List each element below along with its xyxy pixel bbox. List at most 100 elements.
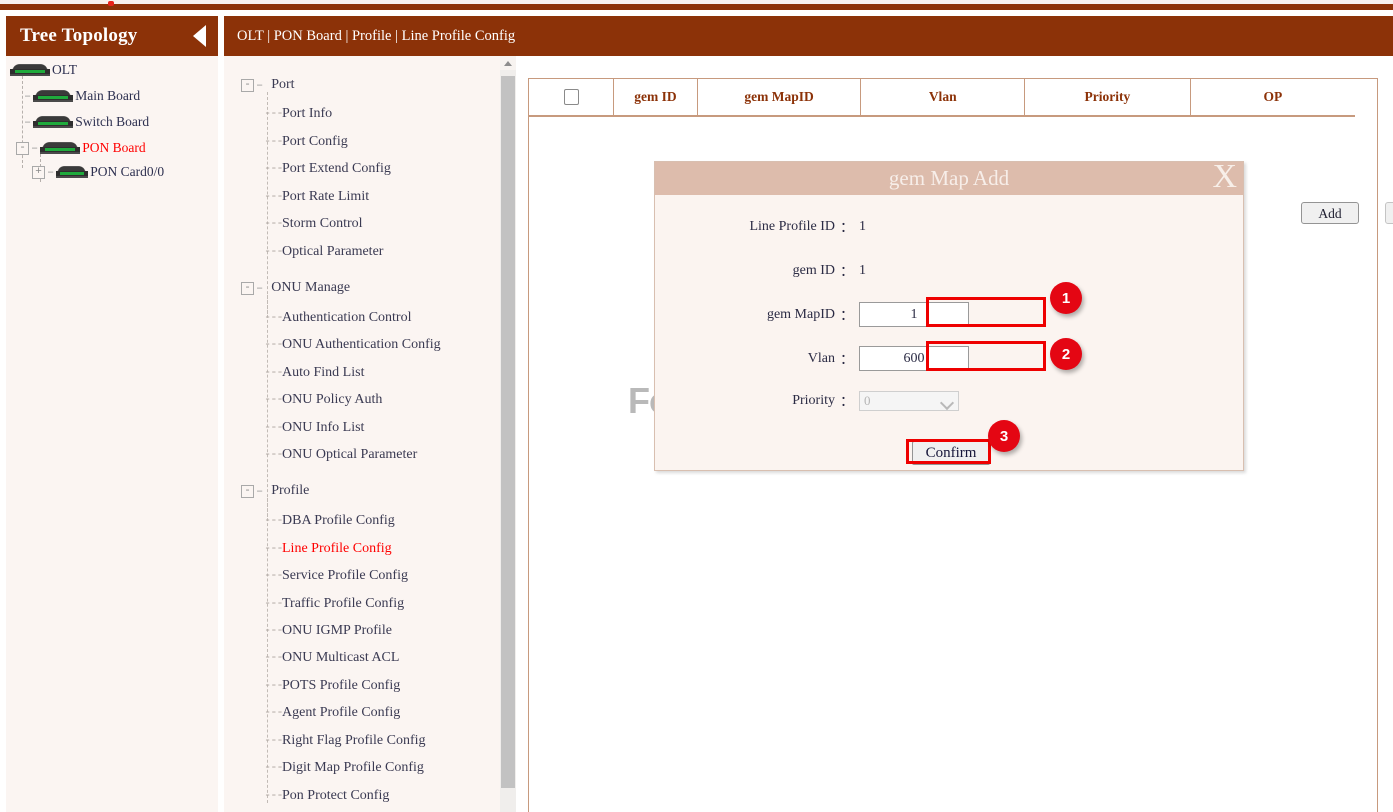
menu-item-onu-info-list[interactable]: ONU Info List: [282, 420, 364, 436]
collapse-expander-icon[interactable]: -: [241, 79, 254, 92]
menu-item-onu-policy-auth[interactable]: ONU Policy Auth: [282, 392, 382, 408]
chevron-down-icon: [940, 396, 954, 410]
menu-branch-icon: ---: [264, 161, 283, 175]
menu-item-onu-authentication-config[interactable]: ONU Authentication Config: [282, 337, 441, 353]
menu-item-traffic-profile-config[interactable]: Traffic Profile Config: [282, 596, 404, 612]
field-colon: ：: [835, 349, 859, 369]
tree-branch-icon: –: [254, 484, 265, 498]
expand-expander-icon[interactable]: +: [32, 166, 45, 179]
field-gem-id: gem ID ： 1: [670, 261, 866, 281]
field-label: Line Profile ID: [670, 219, 835, 235]
menu-item-port-config[interactable]: Port Config: [282, 134, 348, 150]
menu-group-label: ONU Manage: [271, 280, 350, 296]
table-toolbar: Add Delete Return Refresh: [1301, 202, 1393, 224]
menu-item-storm-control[interactable]: Storm Control: [282, 216, 363, 232]
menu-item-dba-profile-config[interactable]: DBA Profile Config: [282, 513, 395, 529]
table-header-vlan: Vlan: [861, 79, 1024, 116]
scroll-up-icon[interactable]: [504, 61, 512, 66]
tree-node-label: OLT: [52, 62, 77, 78]
menu-branch-icon: ---: [264, 244, 283, 258]
menu-branch-icon: ---: [264, 760, 283, 774]
menu-branch-icon: ---: [264, 337, 283, 351]
menu-branch-icon: ---: [264, 420, 283, 434]
menu-branch-icon: ---: [264, 392, 283, 406]
collapse-expander-icon[interactable]: -: [16, 142, 29, 155]
tree-topology-header: Tree Topology: [6, 16, 218, 56]
close-icon[interactable]: X: [1212, 160, 1237, 194]
menu-item-auto-find-list[interactable]: Auto Find List: [282, 365, 364, 381]
tree-node-main-board[interactable]: – Main Board: [22, 88, 140, 104]
menu-branch-icon: ---: [264, 189, 283, 203]
add-button[interactable]: Add: [1301, 202, 1359, 224]
tree-node-switch-board[interactable]: – Switch Board: [22, 114, 149, 130]
menu-item-port-rate-limit[interactable]: Port Rate Limit: [282, 189, 369, 205]
menu-item-digit-map-profile-config[interactable]: Digit Map Profile Config: [282, 760, 424, 776]
menu-item-service-profile-config[interactable]: Service Profile Config: [282, 568, 408, 584]
device-chassis-icon: [10, 64, 50, 77]
menu-branch-icon: ---: [264, 447, 283, 461]
menu-group-profile[interactable]: - – Profile: [241, 483, 309, 499]
tree-branch-icon: –: [45, 165, 56, 179]
menu-branch-icon: ---: [264, 596, 283, 610]
field-colon: ：: [835, 305, 859, 325]
tree-branch-icon: –: [22, 115, 33, 129]
menu-branch-icon: ---: [264, 678, 283, 692]
field-vlan: Vlan ： 600: [670, 346, 969, 371]
collapse-expander-icon[interactable]: -: [241, 485, 254, 498]
checkbox-icon[interactable]: [564, 89, 579, 105]
table-header-select[interactable]: [529, 79, 614, 116]
menu-item-onu-multicast-acl[interactable]: ONU Multicast ACL: [282, 650, 399, 666]
priority-select[interactable]: 0: [859, 391, 959, 411]
breadcrumb-text: OLT | PON Board | Profile | Line Profile…: [237, 28, 515, 45]
menu-item-onu-igmp-profile[interactable]: ONU IGMP Profile: [282, 623, 392, 639]
menu-branch-icon: ---: [264, 623, 283, 637]
dialog-title: gem Map Add: [889, 166, 1009, 190]
field-label: gem MapID: [670, 307, 835, 323]
menu-item-onu-optical-parameter[interactable]: ONU Optical Parameter: [282, 447, 417, 463]
menu-item-line-profile-config[interactable]: Line Profile Config: [282, 541, 392, 557]
menu-branch-icon: ---: [264, 365, 283, 379]
tree-node-pon-card[interactable]: + – PON Card0/0: [32, 164, 164, 180]
menu-branch-icon: ---: [264, 216, 283, 230]
field-colon: ：: [835, 261, 859, 281]
menu-branch-icon: ---: [264, 310, 283, 324]
menu-item-optical-parameter[interactable]: Optical Parameter: [282, 244, 383, 260]
menu-item-authentication-control[interactable]: Authentication Control: [282, 310, 411, 326]
menu-group-onu-manage[interactable]: - – ONU Manage: [241, 280, 350, 296]
tree-node-olt[interactable]: OLT: [10, 62, 77, 78]
collapse-panel-icon[interactable]: [193, 25, 206, 47]
delete-button: Delete: [1385, 202, 1393, 224]
breadcrumb: OLT | PON Board | Profile | Line Profile…: [224, 16, 1393, 56]
menu-item-port-info[interactable]: Port Info: [282, 106, 332, 122]
highlight-box-vlan: [926, 341, 1046, 371]
collapse-expander-icon[interactable]: -: [241, 282, 254, 295]
menu-item-pots-profile-config[interactable]: POTS Profile Config: [282, 678, 400, 694]
field-value: 1: [859, 263, 866, 279]
menu-item-pon-protect-config[interactable]: Pon Protect Config: [282, 788, 389, 804]
top-red-marker: [108, 1, 114, 6]
menu-branch-icon: ---: [264, 513, 283, 527]
tree-node-pon-board[interactable]: - – PON Board: [16, 140, 146, 156]
field-line-profile-id: Line Profile ID ： 1: [670, 217, 866, 237]
tree-topology-title: Tree Topology: [20, 25, 138, 47]
menu-branch-icon: ---: [264, 733, 283, 747]
menu-scrollbar[interactable]: [500, 56, 516, 812]
menu-branch-icon: ---: [264, 568, 283, 582]
navigation-menu-panel: - – Port --- Port Info --- Port Config -…: [224, 56, 516, 812]
menu-item-right-flag-profile-config[interactable]: Right Flag Profile Config: [282, 733, 426, 749]
device-chassis-icon: [56, 166, 88, 179]
menu-branch-icon: ---: [264, 788, 283, 802]
tree-node-label: PON Card0/0: [90, 164, 164, 180]
priority-select-value: 0: [864, 393, 871, 408]
table-header-row: gem ID gem MapID Vlan Priority OP: [529, 79, 1355, 116]
menu-group-label: Profile: [271, 483, 309, 499]
menu-item-agent-profile-config[interactable]: Agent Profile Config: [282, 705, 400, 721]
highlight-box-confirm: [906, 439, 991, 464]
menu-scrollbar-thumb[interactable]: [501, 76, 515, 788]
field-label: Priority: [670, 393, 835, 409]
menu-item-port-extend-config[interactable]: Port Extend Config: [282, 161, 391, 177]
field-colon: ：: [835, 217, 859, 237]
tree-branch-icon: –: [29, 141, 40, 155]
table-header-op: OP: [1190, 79, 1355, 116]
menu-group-port[interactable]: - – Port: [241, 77, 295, 93]
